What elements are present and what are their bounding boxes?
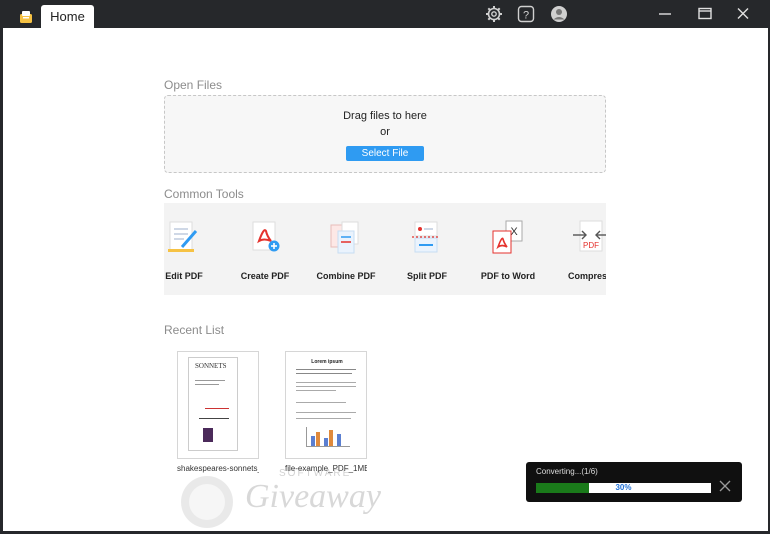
open-files-label: Open Files [164,78,223,92]
drag-files-text: Drag files to here [343,110,427,122]
progress-percent: 30% [615,483,632,492]
or-text: or [380,126,390,138]
recent-list-label: Recent List [164,323,225,337]
watermark: SOFTWARE Giveaway [179,468,381,534]
close-icon[interactable] [733,5,753,23]
main-panel: Open Files Drag files to here or Select … [3,28,768,531]
tool-combine-pdf[interactable]: Combine PDF [306,203,386,295]
compress-icon: PDF [573,220,606,252]
file-dropzone[interactable]: Drag files to here or Select File [164,95,606,173]
maximize-icon[interactable] [695,5,715,23]
tool-create-pdf-label: Create PDF [240,271,290,281]
app-logo-icon [20,11,32,23]
pdf-to-word-icon: X [492,220,523,254]
tool-split-pdf[interactable]: Split PDF [387,203,467,295]
thumbnail-title: SONNETS [195,362,227,370]
thumbnail-title: Lorem ipsum [311,359,343,365]
watermark-logo-icon [181,476,233,528]
account-icon[interactable] [550,5,568,23]
title-bar: Home ? [0,0,770,28]
common-tools-label: Common Tools [164,187,244,201]
split-pdf-icon [412,221,440,253]
tool-split-pdf-label: Split PDF [407,271,447,281]
svg-text:X: X [510,226,518,238]
conversion-status: Converting...(1/6) [536,467,598,476]
conversion-progress-bar: 30% [536,483,711,493]
tool-compress[interactable]: PDF Compress [550,203,606,295]
gear-icon[interactable] [485,5,503,23]
minimize-icon[interactable] [655,5,675,23]
tool-compress-label: Compress [567,271,606,281]
create-pdf-icon [252,221,280,252]
common-tools-strip: Edit PDF Create PDF Combine PDF Split PD… [164,203,606,295]
tool-edit-pdf-label: Edit PDF [165,271,203,281]
select-file-button[interactable]: Select File [346,146,424,161]
conversion-toast: Converting...(1/6) 30% [526,462,742,502]
tool-edit-pdf[interactable]: Edit PDF [164,203,224,295]
tab-home[interactable]: Home [41,5,94,28]
tool-pdf-to-word[interactable]: X PDF to Word [468,203,548,295]
help-icon[interactable]: ? [517,5,535,23]
svg-text:?: ? [523,10,529,22]
close-icon[interactable] [718,479,732,493]
combine-pdf-icon [330,221,359,254]
tool-create-pdf[interactable]: Create PDF [225,203,305,295]
tool-combine-pdf-label: Combine PDF [316,271,376,281]
recent-file-thumbnail[interactable]: Lorem ipsum [285,351,367,459]
svg-text:PDF: PDF [583,241,599,250]
recent-file-thumbnail[interactable]: SONNETS [177,351,259,459]
tool-pdf-to-word-label: PDF to Word [480,271,536,281]
watermark-line2: Giveaway [245,478,381,515]
edit-pdf-icon [168,221,198,252]
